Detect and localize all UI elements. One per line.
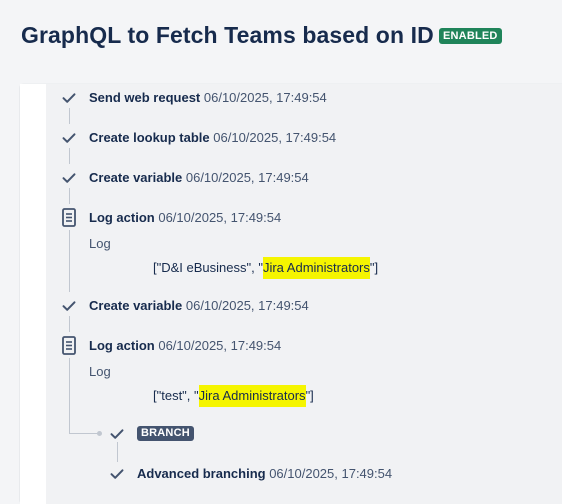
- step-row[interactable]: Create variable 06/10/2025, 17:49:54: [89, 298, 309, 314]
- tree-connector: [69, 188, 70, 204]
- log-text: ["D&I eBusiness", ": [153, 260, 263, 275]
- audit-log-panel: Send web request 06/10/2025, 17:49:54 Cr…: [20, 84, 562, 504]
- check-icon: [61, 170, 77, 186]
- step-row[interactable]: Log action 06/10/2025, 17:49:54: [89, 338, 281, 354]
- page-title: GraphQL to Fetch Teams based on ID: [21, 22, 434, 48]
- step-name: Log action: [89, 210, 155, 225]
- step-name: Send web request: [89, 90, 201, 105]
- tree-node-dot: [97, 431, 102, 436]
- tree-connector: [69, 230, 70, 292]
- log-message: ["test", "Jira Administrators"]: [153, 385, 314, 407]
- step-name: Advanced branching: [137, 466, 266, 481]
- status-badge: ENABLED: [439, 28, 502, 44]
- tree-connector: [69, 316, 70, 332]
- log-text: "]: [305, 388, 314, 403]
- step-name: Create variable: [89, 298, 183, 313]
- step-timestamp: 06/10/2025, 17:49:54: [213, 130, 337, 145]
- check-icon: [109, 466, 125, 482]
- step-name: Create variable: [89, 170, 183, 185]
- step-row[interactable]: Create lookup table 06/10/2025, 17:49:54: [89, 130, 336, 146]
- check-icon: [61, 90, 77, 106]
- step-timestamp: 06/10/2025, 17:49:54: [203, 90, 327, 105]
- document-icon: [61, 336, 77, 355]
- step-timestamp: 06/10/2025, 17:49:54: [185, 298, 309, 313]
- panel-gutter: [20, 84, 46, 504]
- step-row[interactable]: Create variable 06/10/2025, 17:49:54: [89, 170, 309, 186]
- log-label: Log: [89, 236, 111, 251]
- check-icon: [109, 426, 125, 442]
- page-header: GraphQL to Fetch Teams based on ID ENABL…: [0, 0, 562, 82]
- step-timestamp: 06/10/2025, 17:49:54: [269, 466, 393, 481]
- tree-connector: [69, 148, 70, 164]
- highlight: Jira Administrators: [262, 257, 370, 279]
- log-text: ["test", ": [153, 388, 199, 403]
- log-label: Log: [89, 364, 111, 379]
- step-name: Log action: [89, 338, 155, 353]
- step-row[interactable]: Send web request 06/10/2025, 17:49:54: [89, 90, 327, 106]
- tree-connector: [69, 358, 70, 433]
- log-message: ["D&I eBusiness", "Jira Administrators"]: [153, 257, 379, 279]
- step-row[interactable]: Log action 06/10/2025, 17:49:54: [89, 210, 281, 226]
- log-text: "]: [369, 260, 379, 275]
- step-timestamp: 06/10/2025, 17:49:54: [158, 338, 282, 353]
- check-icon: [61, 130, 77, 146]
- branch-badge: BRANCH: [137, 426, 194, 441]
- check-icon: [61, 298, 77, 314]
- step-name: Create lookup table: [89, 130, 210, 145]
- tree-connector: [69, 108, 70, 124]
- audit-log-content: Send web request 06/10/2025, 17:49:54 Cr…: [46, 84, 562, 504]
- tree-connector-branch: [69, 433, 99, 434]
- document-icon: [61, 208, 77, 227]
- step-timestamp: 06/10/2025, 17:49:54: [185, 170, 309, 185]
- tree-connector: [117, 442, 118, 462]
- step-timestamp: 06/10/2025, 17:49:54: [158, 210, 282, 225]
- highlight: Jira Administrators: [198, 385, 306, 407]
- step-row[interactable]: Advanced branching 06/10/2025, 17:49:54: [137, 466, 392, 482]
